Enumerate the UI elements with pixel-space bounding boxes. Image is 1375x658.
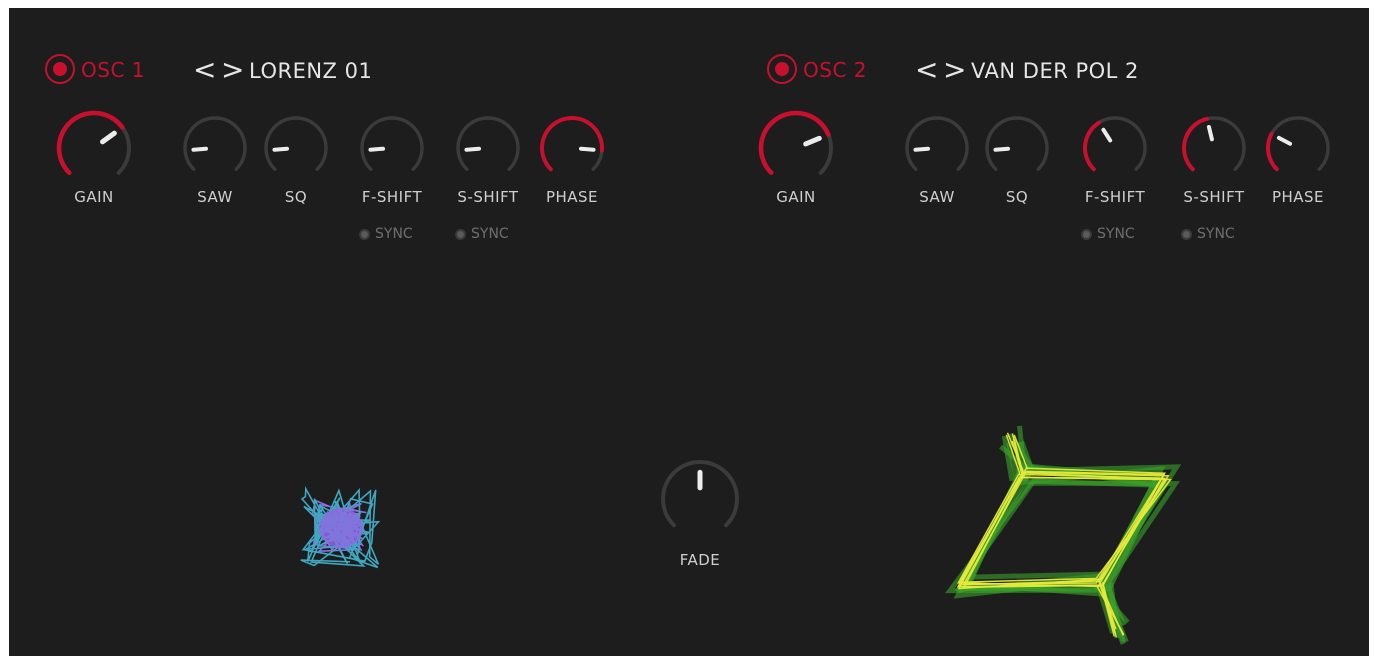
sync-led-icon: [455, 228, 466, 240]
knob-track: [456, 116, 520, 171]
knob-pointer: [578, 146, 596, 152]
knob-pointer: [803, 135, 822, 147]
osc2-f-shift-knob[interactable]: [1081, 114, 1149, 182]
oscillator-panel: OSC 1 < > LORENZ 01 OSC 2 < > VAN DER PO…: [9, 8, 1369, 656]
knob-value-arc: [1083, 120, 1101, 172]
knob-pointer: [1276, 135, 1293, 146]
osc2-fshift-sync-toggle[interactable]: SYNC: [1081, 226, 1135, 242]
osc2-s-shift-knob[interactable]: [1180, 114, 1248, 182]
sync-label: SYNC: [471, 226, 509, 242]
osc2-phase-label: PHASE: [1271, 188, 1325, 206]
osc1-preset-name: LORENZ 01: [249, 59, 373, 83]
osc1-sq-label: SQ: [284, 188, 308, 206]
knob-pointer: [99, 130, 117, 145]
knob-track: [264, 116, 328, 171]
osc2-preset-name: VAN DER POL 2: [971, 59, 1139, 83]
knob-track: [1266, 116, 1330, 171]
osc1-phase-label: PHASE: [545, 188, 599, 206]
osc1-phase-knob[interactable]: [538, 114, 606, 182]
osc1-gain-knob[interactable]: [55, 109, 133, 187]
sync-label: SYNC: [1197, 226, 1235, 242]
knob-track: [183, 116, 247, 171]
osc2-s-shift-label: S-SHIFT: [1183, 188, 1245, 206]
fade-knob[interactable]: [659, 458, 741, 540]
knob-track: [360, 116, 424, 171]
osc1-prev-preset-chevron-left-icon[interactable]: <: [193, 56, 216, 84]
osc1-attractor-visualizer: [300, 485, 381, 569]
osc2-gain-label: GAIN: [776, 188, 816, 206]
knob-value-arc: [758, 110, 831, 176]
osc1-fshift-sync-toggle[interactable]: SYNC: [359, 226, 413, 242]
osc2-sq-knob[interactable]: [983, 114, 1051, 182]
knob-pointer: [1206, 124, 1214, 142]
sync-led-icon: [359, 228, 370, 240]
osc2-label: OSC 2: [803, 58, 867, 82]
knob-pointer: [272, 146, 290, 152]
osc2-f-shift-label: F-SHIFT: [1084, 188, 1146, 206]
osc2-power-icon[interactable]: [767, 54, 797, 84]
osc2-sq-label: SQ: [1005, 188, 1029, 206]
osc1-f-shift-label: F-SHIFT: [361, 188, 423, 206]
osc2-gain-knob[interactable]: [757, 109, 835, 187]
sync-label: SYNC: [1097, 226, 1135, 242]
osc1-label: OSC 1: [81, 58, 145, 82]
osc1-f-shift-knob[interactable]: [358, 114, 426, 182]
osc1-trace-core: [319, 508, 363, 548]
knob-pointer: [368, 146, 386, 152]
sync-led-icon: [1181, 228, 1192, 240]
osc1-s-shift-knob[interactable]: [454, 114, 522, 182]
osc1-saw-knob[interactable]: [181, 114, 249, 182]
osc2-prev-preset-chevron-left-icon[interactable]: <: [915, 56, 938, 84]
osc1-next-preset-chevron-right-icon[interactable]: >: [221, 56, 244, 84]
knob-pointer: [913, 146, 931, 152]
osc1-gain-label: GAIN: [74, 188, 114, 206]
osc2-saw-knob[interactable]: [903, 114, 971, 182]
osc1-sshift-sync-toggle[interactable]: SYNC: [455, 226, 509, 242]
sync-led-icon: [1081, 228, 1092, 240]
osc1-sq-knob[interactable]: [262, 114, 330, 182]
osc1-s-shift-label: S-SHIFT: [457, 188, 519, 206]
osc2-phase-knob[interactable]: [1264, 114, 1332, 182]
osc2-next-preset-chevron-right-icon[interactable]: >: [943, 56, 966, 84]
osc2-attractor-visualizer: [945, 425, 1181, 645]
osc2-saw-label: SAW: [919, 188, 955, 206]
knob-value-arc: [56, 110, 125, 176]
sync-label: SYNC: [375, 226, 413, 242]
fade-label: FADE: [679, 551, 721, 569]
knob-value-arc: [540, 116, 604, 172]
knob-track: [905, 116, 969, 171]
knob-value-arc: [1266, 131, 1279, 172]
knob-value-arc: [1182, 116, 1209, 172]
knob-pointer: [993, 146, 1011, 152]
knob-pointer: [1101, 127, 1113, 143]
osc1-power-icon[interactable]: [45, 54, 75, 84]
knob-track: [985, 116, 1049, 171]
knob-pointer: [191, 146, 209, 152]
osc2-sshift-sync-toggle[interactable]: SYNC: [1181, 226, 1235, 242]
osc1-saw-label: SAW: [197, 188, 233, 206]
knob-pointer: [464, 146, 482, 152]
